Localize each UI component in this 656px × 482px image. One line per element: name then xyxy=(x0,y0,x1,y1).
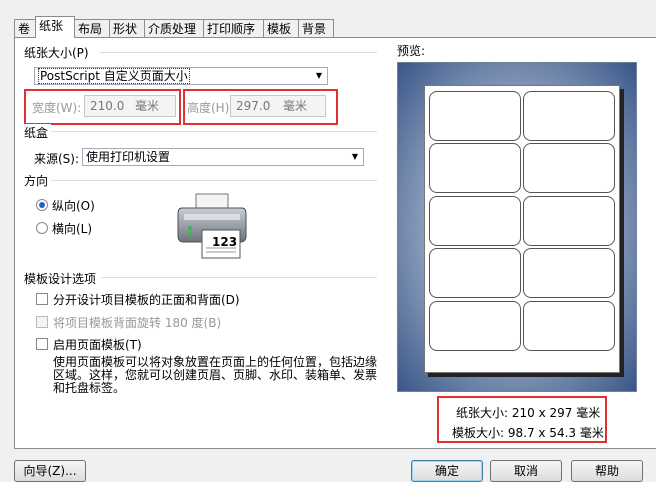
divider xyxy=(50,180,377,181)
rotate-back-checkbox[interactable] xyxy=(36,316,48,328)
enable-page-template-checkbox[interactable] xyxy=(36,338,48,350)
preview-label-cell xyxy=(523,301,615,351)
printer-sheet-number: 123 xyxy=(212,235,238,249)
orientation-section-title: 方向 xyxy=(24,172,52,189)
help-button[interactable]: 帮助 xyxy=(571,460,643,482)
preview-label-cell xyxy=(429,143,521,193)
separate-front-back-checkbox[interactable] xyxy=(36,293,48,305)
landscape-radio[interactable] xyxy=(36,222,48,234)
highlight-box-height xyxy=(183,89,338,125)
template-size-info: 模板大小: 98.7 x 54.3 毫米 xyxy=(452,426,604,440)
divider xyxy=(101,277,377,278)
tab-shape[interactable]: 形状 xyxy=(109,19,145,37)
source-select-value: 使用打印机设置 xyxy=(86,150,171,164)
preview-label-cell xyxy=(523,143,615,193)
preview-label-cell xyxy=(429,91,521,141)
printer-icon xyxy=(177,193,247,259)
tab-print-order[interactable]: 打印顺序 xyxy=(203,19,264,37)
wizard-button[interactable]: 向导(Z)... xyxy=(14,460,86,482)
ok-button[interactable]: 确定 xyxy=(411,460,483,482)
tab-layout[interactable]: 布局 xyxy=(74,19,110,37)
paper-tray-section-title: 纸盒 xyxy=(24,124,52,141)
paper-size-info: 纸张大小: 210 x 297 毫米 xyxy=(456,406,601,420)
tab-media-handling[interactable]: 介质处理 xyxy=(144,19,204,37)
tab-volume[interactable]: 卷 xyxy=(14,19,36,37)
landscape-label[interactable]: 横向(L) xyxy=(52,220,92,237)
preview-label-cell xyxy=(429,301,521,351)
tab-background[interactable]: 背景 xyxy=(298,19,334,37)
paper-size-select-value: PostScript 自定义页面大小 xyxy=(38,68,190,84)
source-select[interactable]: 使用打印机设置 ▼ xyxy=(82,148,364,166)
paper-size-select[interactable]: PostScript 自定义页面大小 ▼ xyxy=(34,67,328,85)
tab-template[interactable]: 模板 xyxy=(263,19,299,37)
separate-front-back-label[interactable]: 分开设计项目模板的正面和背面(D) xyxy=(53,291,240,308)
cancel-button[interactable]: 取消 xyxy=(490,460,562,482)
preview-page xyxy=(424,85,620,373)
template-description: 使用页面模板可以将对象放置在页面上的任何位置，包括边缘 区域。这样，您就可以创建… xyxy=(53,356,383,395)
portrait-label[interactable]: 纵向(O) xyxy=(52,197,95,214)
tab-paper[interactable]: 纸张 xyxy=(35,16,75,38)
divider xyxy=(100,52,377,53)
template-description-line: 和托盘标签。 xyxy=(53,381,126,395)
source-label: 来源(S): xyxy=(34,152,80,166)
preview-label-cell xyxy=(429,248,521,298)
rotate-back-label: 将项目模板背面旋转 180 度(B) xyxy=(53,316,222,330)
preview-area xyxy=(397,62,637,392)
highlight-box-width xyxy=(24,89,181,125)
preview-label-cell xyxy=(523,91,615,141)
enable-page-template-label[interactable]: 启用页面模板(T) xyxy=(53,336,142,353)
chevron-down-icon: ▼ xyxy=(351,152,359,161)
divider xyxy=(50,131,377,132)
preview-label: 预览: xyxy=(397,44,426,58)
portrait-radio[interactable] xyxy=(36,199,48,211)
preview-label-cell xyxy=(429,196,521,246)
paper-size-section-title: 纸张大小(P) xyxy=(24,44,92,61)
preview-label-cell xyxy=(523,196,615,246)
preview-label-cell xyxy=(523,248,615,298)
chevron-down-icon: ▼ xyxy=(315,71,323,80)
template-options-section-title: 模板设计选项 xyxy=(24,270,100,287)
